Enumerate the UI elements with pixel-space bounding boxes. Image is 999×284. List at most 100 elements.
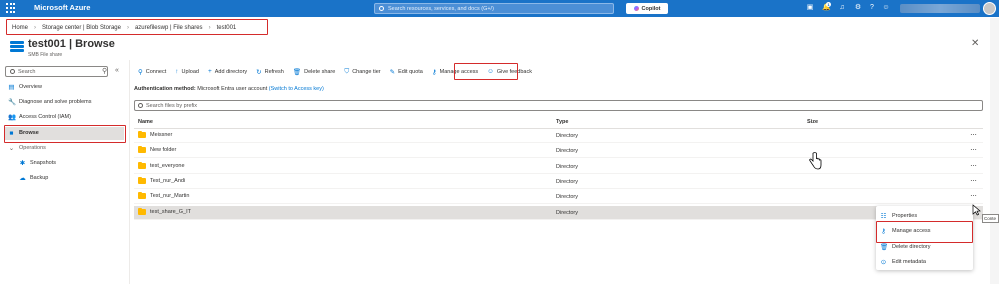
collapse-sidebar-icon[interactable]: « xyxy=(115,67,119,74)
sidebar-item-backup[interactable]: ☁ Backup xyxy=(19,172,48,184)
context-menu-item-edit-metadata[interactable]: ⊙ Edit metadata xyxy=(880,256,926,268)
auth-method-value: Microsoft Entra user account xyxy=(197,86,268,92)
copilot-icon xyxy=(633,6,639,11)
upload-button[interactable]: ↑ Upload xyxy=(175,68,199,75)
add-directory-button[interactable]: + Add directory xyxy=(208,68,247,75)
table-row[interactable]: Test_nur_Andi Directory ··· xyxy=(134,175,983,189)
feedback-icon: ☺ xyxy=(487,68,494,75)
row-more-actions-button[interactable]: ··· xyxy=(970,130,977,139)
table-row[interactable]: New folder Directory ··· xyxy=(134,144,983,158)
file-share-icon xyxy=(10,41,24,52)
refresh-icon: ↻ xyxy=(256,68,262,76)
edit-quota-label: Edit quota xyxy=(398,68,423,75)
folder-icon xyxy=(138,161,146,169)
brand-title[interactable]: Microsoft Azure xyxy=(34,3,90,12)
properties-icon: ☷ xyxy=(880,213,887,220)
context-menu-item-manage-access[interactable]: ⚷ Manage access xyxy=(880,225,930,237)
switch-to-access-key-link[interactable]: (Switch to Access key) xyxy=(269,86,324,92)
sidebar-item-browse[interactable]: ■ Browse xyxy=(8,127,39,139)
sidebar-item-diagnose[interactable]: 🔧 Diagnose and solve problems xyxy=(8,96,91,108)
context-tooltip: Conte xyxy=(982,214,999,223)
breadcrumb-current[interactable]: test001 xyxy=(217,25,237,31)
upload-label: Upload xyxy=(181,68,199,75)
row-more-actions-button[interactable]: ··· xyxy=(970,161,977,170)
sidebar-item-snapshots[interactable]: ✱ Snapshots xyxy=(19,157,56,169)
gear-icon[interactable]: ⚙ xyxy=(854,4,862,12)
context-menu-item-properties[interactable]: ☷ Properties xyxy=(880,210,918,222)
row-more-actions-button[interactable]: ··· xyxy=(970,145,977,154)
waffle-menu-icon[interactable] xyxy=(6,3,16,13)
sidebar-item-label: Diagnose and solve problems xyxy=(19,99,92,105)
breadcrumb-storage-center[interactable]: Storage center | Blob Storage xyxy=(42,25,121,31)
search-icon xyxy=(10,69,15,74)
global-search-placeholder: Search resources, services, and docs (G+… xyxy=(388,5,494,12)
delete-share-label: Delete share xyxy=(304,68,336,75)
row-type: Directory xyxy=(556,133,579,139)
file-prefix-placeholder: Search files by prefix xyxy=(146,102,198,109)
row-context-menu: ☷ Properties ⚷ Manage access 🗑 Delete di… xyxy=(876,206,973,270)
bell-icon[interactable]: ♫ xyxy=(838,4,846,12)
breadcrumb-file-shares[interactable]: azurefileswp | File shares xyxy=(135,25,203,31)
row-type: Directory xyxy=(556,179,579,185)
avatar[interactable] xyxy=(983,2,996,15)
sidebar-options-icon[interactable]: ⚲ xyxy=(102,67,107,75)
command-bar: ⚲ Connect ↑ Upload + Add directory ↻ Ref… xyxy=(138,66,541,77)
feedback-icon[interactable]: ☺ xyxy=(882,4,890,12)
context-menu-item-label: Properties xyxy=(892,213,918,219)
search-icon xyxy=(379,6,384,11)
edit-quota-button[interactable]: ✎ Edit quota xyxy=(390,68,423,76)
manage-access-button[interactable]: ⚷ Manage access xyxy=(432,68,478,76)
row-name[interactable]: test_share_G_IT xyxy=(150,209,191,215)
manage-access-icon: ⚷ xyxy=(431,68,437,76)
table-row[interactable]: Meissner Directory ··· xyxy=(134,129,983,143)
folder-icon xyxy=(138,130,146,138)
breadcrumb: Home › Storage center | Blob Storage › a… xyxy=(8,21,240,34)
file-prefix-search-input[interactable]: Search files by prefix xyxy=(134,100,983,111)
sidebar-item-label: Access Control (IAM) xyxy=(19,114,71,120)
row-name[interactable]: Test_nur_Martin xyxy=(150,193,189,199)
people-icon: 👥 xyxy=(8,113,17,121)
chevron-right-icon: › xyxy=(126,24,129,31)
row-name[interactable]: Test_nur_Andi xyxy=(150,178,185,184)
sidebar-group-operations[interactable]: ⌄ Operations xyxy=(8,142,46,154)
column-header-name[interactable]: Name xyxy=(138,119,153,125)
column-header-size[interactable]: Size xyxy=(807,119,818,125)
copilot-button[interactable]: Copilot xyxy=(626,3,668,14)
folder-icon xyxy=(138,176,146,184)
breadcrumb-home[interactable]: Home xyxy=(12,25,28,31)
give-feedback-button[interactable]: ☺ Give feedback xyxy=(487,68,532,75)
row-name[interactable]: test_everyone xyxy=(150,163,185,169)
global-search-input[interactable]: Search resources, services, and docs (G+… xyxy=(374,3,614,14)
notification-badge: 1 xyxy=(826,2,831,7)
row-more-actions-button[interactable]: ··· xyxy=(970,176,977,185)
context-menu-item-delete-directory[interactable]: 🗑 Delete directory xyxy=(880,241,931,253)
row-name[interactable]: New folder xyxy=(150,147,176,153)
close-icon[interactable]: ✕ xyxy=(971,38,979,49)
context-menu-item-label: Edit metadata xyxy=(892,259,926,265)
add-directory-label: Add directory xyxy=(214,68,248,75)
connect-label: Connect xyxy=(145,68,167,75)
connect-button[interactable]: ⚲ Connect xyxy=(138,68,166,76)
table-row[interactable]: Test_nur_Martin Directory ··· xyxy=(134,190,983,204)
refresh-button[interactable]: ↻ Refresh xyxy=(256,68,284,76)
column-header-type[interactable]: Type xyxy=(556,119,568,125)
pencil-icon: ✎ xyxy=(389,68,396,76)
sidebar-item-overview[interactable]: ▤ Overview xyxy=(8,81,42,93)
sidebar-item-label: Snapshots xyxy=(30,160,56,166)
table-row[interactable]: test_everyone Directory ··· xyxy=(134,160,983,174)
wrench-icon: 🔧 xyxy=(8,98,17,106)
help-icon[interactable]: ? xyxy=(868,4,876,12)
sidebar-item-iam[interactable]: 👥 Access Control (IAM) xyxy=(8,111,71,123)
sidebar-search-input[interactable]: Search xyxy=(5,66,108,77)
chevron-down-icon: ⌄ xyxy=(8,144,15,152)
cloud-shell-icon[interactable]: ▣ xyxy=(806,4,814,12)
table-row-selected[interactable]: test_share_G_IT Directory xyxy=(134,206,983,220)
row-more-actions-button[interactable]: ··· xyxy=(970,191,977,200)
delete-share-button[interactable]: 🗑 Delete share xyxy=(293,68,335,76)
change-tier-button[interactable]: ⛉ Change tier xyxy=(344,68,380,76)
sidebar-item-label: Overview xyxy=(19,84,42,90)
folder-icon xyxy=(138,145,146,153)
row-name[interactable]: Meissner xyxy=(150,132,172,138)
row-type: Directory xyxy=(556,148,579,154)
account-name-blurred[interactable] xyxy=(900,4,980,13)
